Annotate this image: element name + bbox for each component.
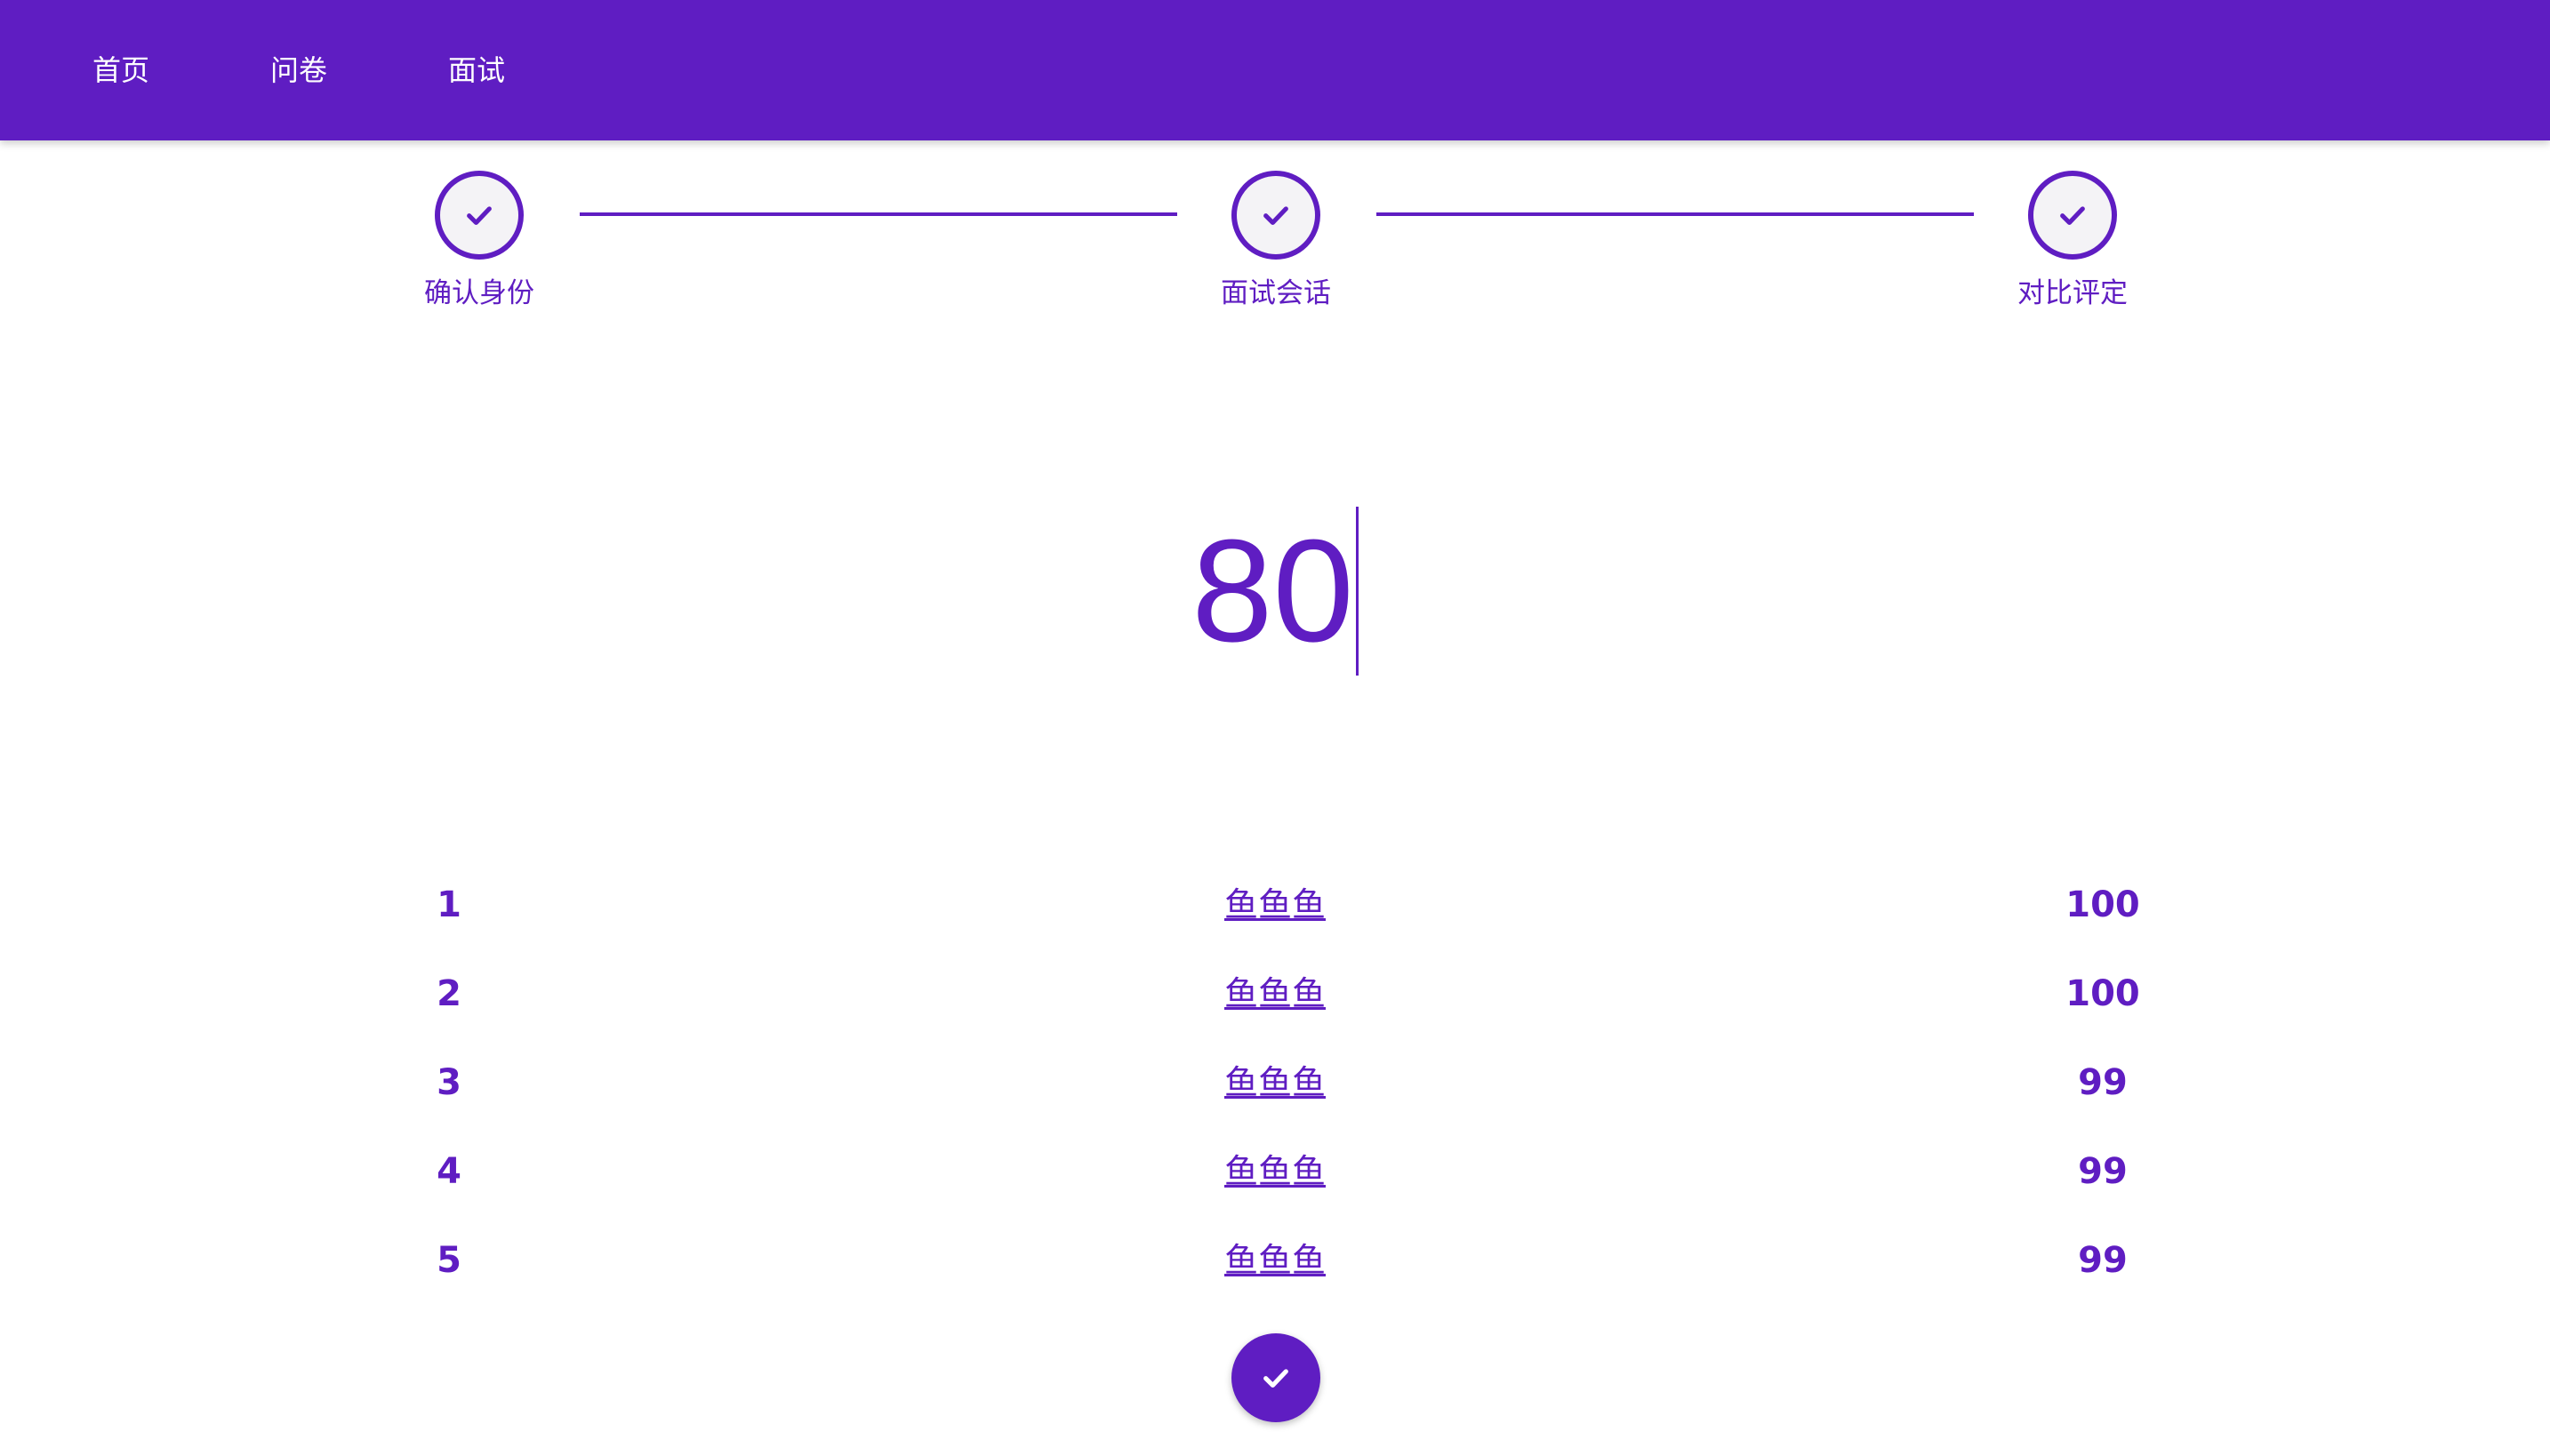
candidate-name-link[interactable]: 鱼鱼鱼 [1186,869,1364,940]
rank-number: 1 [437,884,461,925]
top-nav-bar: 首页 问卷 面试 [0,0,2550,140]
rank-number: 3 [437,1062,461,1103]
rank-number: 5 [437,1240,461,1281]
score-input[interactable]: 80 [1097,507,1453,676]
check-icon [1263,206,1288,226]
list-item: 1 鱼鱼鱼 100 [0,869,2550,940]
step-circle[interactable] [1231,171,1320,260]
candidate-score: 100 [2065,884,2140,925]
page: 首页 问卷 面试 确认身份 面试会话 对比评定 80 1 鱼鱼鱼 100 2 鱼… [0,0,2550,1456]
candidate-name-link[interactable]: 鱼鱼鱼 [1186,958,1364,1029]
nav-item-questionnaire[interactable]: 问卷 [270,46,327,94]
step-connector [580,212,1177,216]
list-item: 3 鱼鱼鱼 99 [0,1047,2550,1118]
step-connector [1376,212,1974,216]
candidate-score: 100 [2065,973,2140,1014]
candidate-name-link[interactable]: 鱼鱼鱼 [1186,1136,1364,1207]
check-icon [467,206,492,226]
check-icon [1263,1369,1288,1388]
list-item: 5 鱼鱼鱼 99 [0,1225,2550,1296]
rank-number: 2 [437,973,461,1014]
score-value: 80 [1191,509,1354,672]
candidate-score: 99 [2078,1062,2128,1103]
candidate-name-link[interactable]: 鱼鱼鱼 [1186,1225,1364,1296]
step-circle[interactable] [435,171,524,260]
candidate-name-link[interactable]: 鱼鱼鱼 [1186,1047,1364,1118]
candidate-score: 99 [2078,1240,2128,1281]
step-label: 面试会话 [1221,277,1331,309]
list-item: 2 鱼鱼鱼 100 [0,958,2550,1029]
rank-number: 4 [437,1151,461,1192]
nav-item-home[interactable]: 首页 [92,46,149,94]
step-label: 确认身份 [424,277,534,309]
submit-button[interactable] [1231,1333,1320,1422]
step-circle[interactable] [2028,171,2117,260]
list-item: 4 鱼鱼鱼 99 [0,1136,2550,1207]
nav-item-interview[interactable]: 面试 [448,46,505,94]
candidate-score: 99 [2078,1151,2128,1192]
step-label: 对比评定 [2017,277,2128,309]
check-icon [2060,206,2085,226]
text-caret [1355,507,1359,676]
